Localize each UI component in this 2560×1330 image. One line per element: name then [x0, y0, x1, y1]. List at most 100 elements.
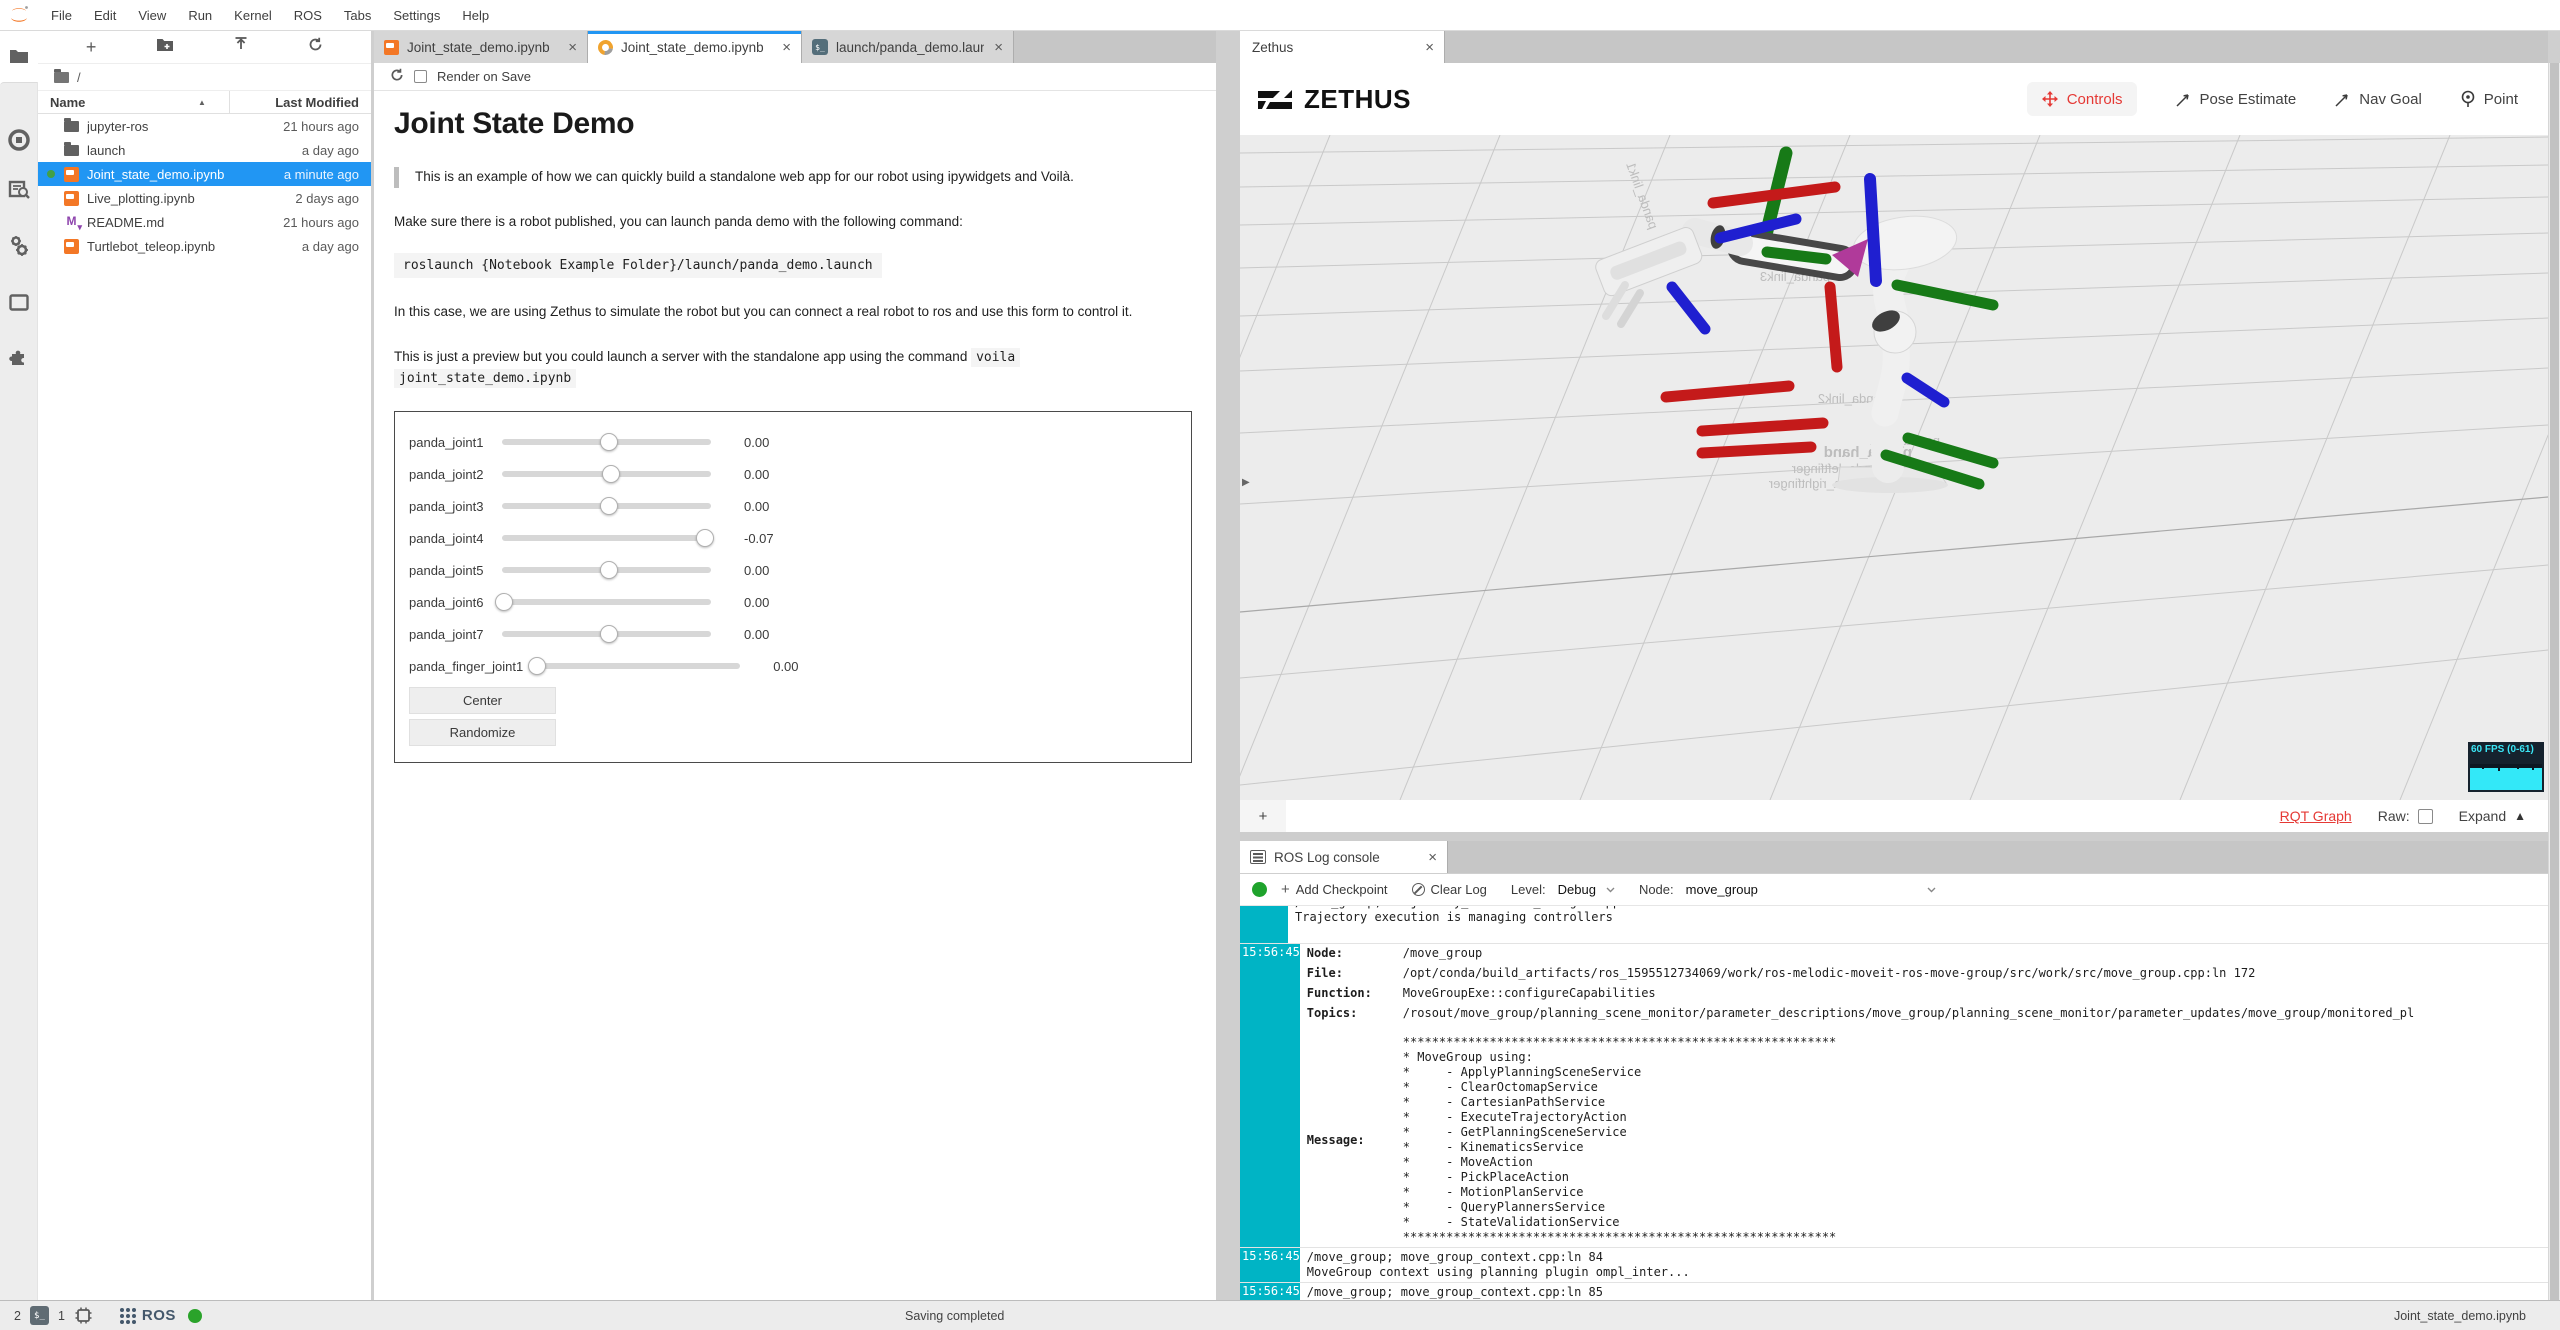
joint-slider-panel: panda_joint1 0.00 panda_joint2 0.00 pand… [394, 411, 1192, 763]
slider-handle[interactable] [495, 593, 513, 611]
slider-track[interactable] [502, 529, 711, 547]
current-file-label: Joint_state_demo.ipynb [2394, 1309, 2560, 1323]
activity-bar [0, 31, 38, 1300]
slider-track[interactable] [502, 561, 711, 579]
close-icon[interactable]: × [1428, 849, 1437, 866]
notebook-icon [64, 167, 79, 182]
randomize-button[interactable]: Randomize [409, 719, 556, 746]
running-kernels-icon[interactable] [0, 123, 38, 157]
menu-tabs[interactable]: Tabs [333, 8, 382, 23]
settings-gears-icon[interactable] [0, 229, 38, 263]
slider-handle[interactable] [600, 625, 618, 643]
level-select[interactable]: Debug [1558, 882, 1615, 897]
log-toolbar: + Add Checkpoint Clear Log Level: Debug … [1240, 874, 2548, 906]
nav-goal-button[interactable]: Nav Goal [2334, 91, 2422, 108]
new-launcher-icon[interactable]: + [86, 37, 97, 58]
slider-readout: 0.00 [744, 435, 769, 450]
menu-run[interactable]: Run [177, 8, 223, 23]
add-visualization-button[interactable]: + [1240, 800, 1286, 832]
menu-help[interactable]: Help [451, 8, 500, 23]
scrollbar[interactable] [2548, 63, 2560, 1300]
node-select[interactable]: move_group [1686, 882, 1936, 897]
tab-zethus[interactable]: Zethus × [1240, 31, 1445, 63]
tab-voila-preview[interactable]: Joint_state_demo.ipynb × [588, 31, 802, 63]
menu-view[interactable]: View [127, 8, 177, 23]
column-last-modified[interactable]: Last Modified [229, 91, 371, 113]
notebook-tabbar: Joint_state_demo.ipynb × Joint_state_dem… [374, 31, 1216, 63]
slider-track[interactable] [502, 497, 711, 515]
code-snippet: roslaunch {Notebook Example Folder}/laun… [394, 253, 882, 278]
slider-row: panda_joint6 0.00 [409, 586, 1177, 618]
slider-track[interactable] [502, 465, 711, 483]
file-row[interactable]: jupyter-ros 21 hours ago [38, 114, 371, 138]
inspector-icon[interactable] [0, 173, 38, 207]
slider-track[interactable] [502, 593, 711, 611]
file-row-selected[interactable]: Joint_state_demo.ipynb a minute ago [38, 162, 371, 186]
zethus-logo-icon [1256, 86, 1294, 113]
slider-track[interactable] [502, 625, 711, 643]
zethus-logo: ZETHUS [1256, 84, 1411, 115]
slider-handle[interactable] [696, 529, 714, 547]
breadcrumb[interactable]: / [38, 64, 371, 90]
slider-handle[interactable] [600, 497, 618, 515]
menu-edit[interactable]: Edit [83, 8, 127, 23]
menu-ros[interactable]: ROS [283, 8, 333, 23]
paragraph: In this case, we are using Zethus to sim… [394, 302, 1194, 323]
ros-status[interactable]: ROS [120, 1307, 202, 1324]
refresh-icon[interactable] [390, 68, 404, 85]
slider-readout: 0.00 [744, 627, 769, 642]
slider-track[interactable] [531, 657, 740, 675]
slider-handle[interactable] [602, 465, 620, 483]
refresh-icon[interactable] [308, 37, 323, 57]
file-row[interactable]: Turtlebot_teleop.ipynb a day ago [38, 234, 371, 258]
point-pin-icon [2460, 90, 2476, 108]
column-name[interactable]: Name [38, 95, 198, 110]
kernel-running-dot [47, 170, 55, 178]
slider-handle[interactable] [600, 561, 618, 579]
terminal-count[interactable]: 2 [14, 1309, 21, 1323]
expand-button[interactable]: Expand ▲ [2459, 808, 2526, 824]
panel-splitter[interactable] [1240, 832, 2548, 841]
menu-file[interactable]: File [40, 8, 83, 23]
controls-button[interactable]: Controls [2027, 82, 2137, 116]
robot-3d-view[interactable]: panda_link1 panda_link2 panda_link3 pand… [1240, 135, 2548, 800]
zethus-bottom-bar: + RQT Graph Raw: Expand ▲ [1240, 800, 2548, 832]
close-icon[interactable]: × [994, 39, 1003, 56]
raw-checkbox[interactable] [2418, 809, 2433, 824]
add-checkpoint-button[interactable]: + Add Checkpoint [1281, 881, 1388, 898]
center-button[interactable]: Center [409, 687, 556, 714]
menu-kernel[interactable]: Kernel [223, 8, 283, 23]
new-folder-icon[interactable] [156, 38, 174, 57]
pose-estimate-button[interactable]: Pose Estimate [2175, 91, 2297, 108]
files-icon[interactable] [0, 39, 38, 73]
slider-handle[interactable] [528, 657, 546, 675]
file-row[interactable]: M README.md 21 hours ago [38, 210, 371, 234]
close-icon[interactable]: × [782, 39, 791, 56]
open-tabs-icon[interactable] [0, 285, 38, 319]
close-icon[interactable]: × [568, 39, 577, 56]
render-on-save-checkbox[interactable] [414, 70, 427, 83]
tab-notebook[interactable]: Joint_state_demo.ipynb × [374, 31, 588, 63]
tab-launch-file[interactable]: $_ launch/panda_demo.launch × [802, 31, 1014, 63]
slider-track[interactable] [502, 433, 711, 451]
kernel-count[interactable]: 1 [58, 1309, 65, 1323]
tab-ros-log-console[interactable]: ROS Log console × [1240, 841, 1448, 873]
menu-settings[interactable]: Settings [382, 8, 451, 23]
clear-log-button[interactable]: Clear Log [1412, 882, 1487, 897]
upload-icon[interactable] [234, 37, 248, 57]
file-row[interactable]: Live_plotting.ipynb 2 days ago [38, 186, 371, 210]
point-button[interactable]: Point [2460, 90, 2518, 108]
menu-bar: File Edit View Run Kernel ROS Tabs Setti… [0, 0, 2560, 31]
voila-preview-content: Joint State Demo This is an example of h… [374, 91, 1216, 1300]
file-row[interactable]: launch a day ago [38, 138, 371, 162]
slider-handle[interactable] [600, 433, 618, 451]
jupyter-logo-icon [8, 4, 30, 26]
extensions-puzzle-icon[interactable] [0, 339, 38, 373]
close-icon[interactable]: × [1425, 39, 1434, 56]
log-area[interactable]: 15:56:45 /move_group; trajectory_executi… [1240, 906, 2548, 1300]
rqt-graph-link[interactable]: RQT Graph [2280, 808, 2352, 824]
sidebar-expander-icon[interactable]: ▶ [1242, 477, 1250, 488]
fps-meter: 60 FPS (0-61) [2468, 742, 2544, 792]
page-title: Joint State Demo [394, 107, 1194, 141]
folder-icon [64, 145, 79, 156]
